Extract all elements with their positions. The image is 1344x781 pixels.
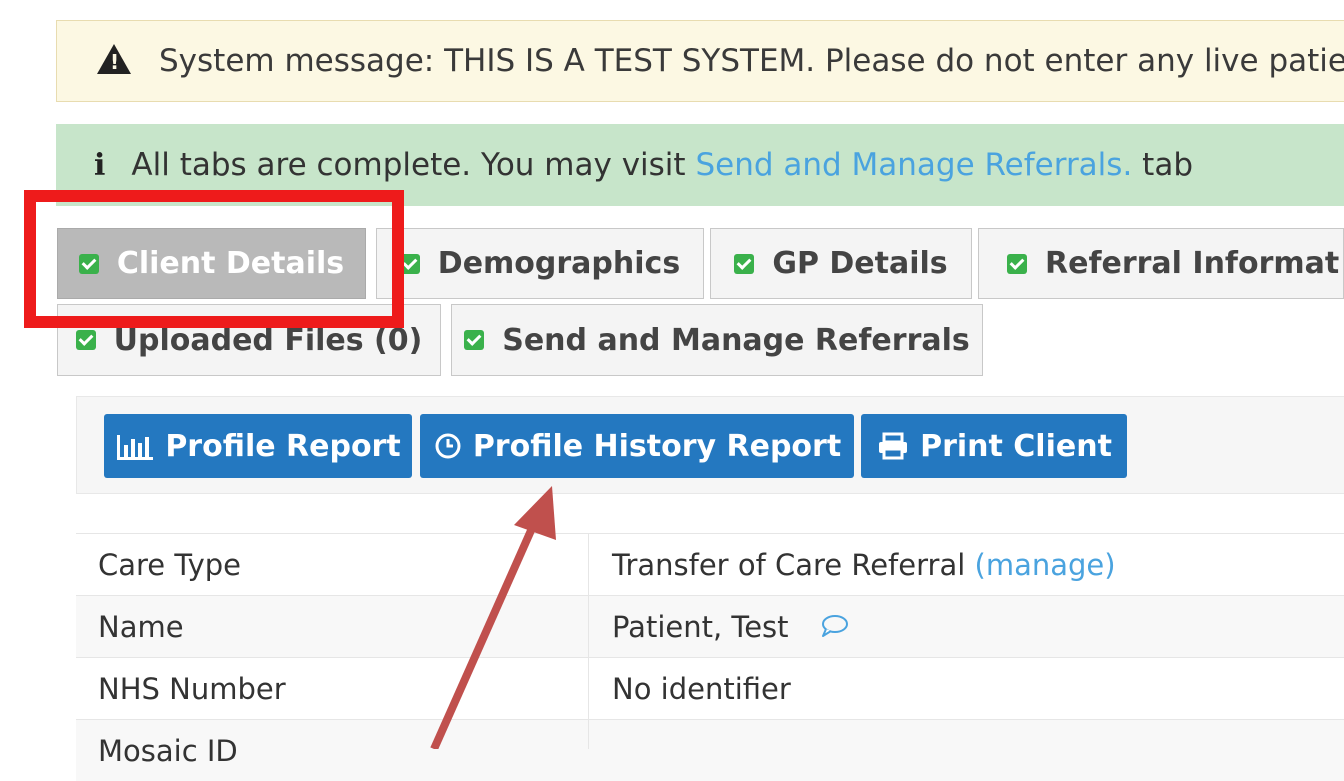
bar-chart-icon	[115, 431, 155, 461]
tab-label: Demographics	[437, 246, 681, 281]
tab-gp-details[interactable]: GP Details	[710, 228, 972, 299]
comment-icon[interactable]	[820, 612, 850, 646]
annotation-highlight-box	[24, 190, 404, 328]
tab-send-manage-referrals[interactable]: Send and Manage Referrals	[451, 304, 983, 376]
tab-label: Send and Manage Referrals	[502, 322, 970, 358]
tab-label: GP Details	[772, 246, 948, 281]
table-row: Mosaic ID	[76, 719, 1344, 781]
checkbox-checked-icon	[75, 330, 96, 350]
profile-history-report-label: Profile History Report	[472, 428, 842, 464]
table-row: Care Type Transfer of Care Referral (man…	[76, 533, 1344, 595]
row-value: No identifier	[612, 672, 791, 706]
row-value: Patient, Test	[612, 610, 850, 646]
info-message-prefix: All tabs are complete. You may visit	[131, 147, 696, 183]
row-value: Transfer of Care Referral (manage)	[612, 548, 1116, 582]
checkbox-checked-icon	[1007, 253, 1027, 274]
profile-history-report-button[interactable]: Profile History Report	[420, 414, 854, 478]
checkbox-checked-icon	[734, 253, 755, 274]
row-label: Mosaic ID	[98, 734, 238, 768]
name-value: Patient, Test	[612, 610, 789, 644]
profile-report-label: Profile Report	[165, 428, 401, 464]
system-message-alert: System message: THIS IS A TEST SYSTEM. P…	[56, 20, 1344, 102]
info-icon: i	[94, 147, 106, 183]
print-client-button[interactable]: Print Client	[861, 414, 1127, 478]
tab-label: Referral Informat	[1045, 246, 1340, 281]
row-label: NHS Number	[98, 672, 286, 706]
info-message-suffix: tab	[1132, 147, 1193, 183]
column-divider	[588, 533, 589, 749]
profile-report-button[interactable]: Profile Report	[104, 414, 412, 478]
tab-referral-information[interactable]: Referral Informat	[978, 228, 1344, 299]
table-row: Name Patient, Test	[76, 595, 1344, 657]
system-message-text: System message: THIS IS A TEST SYSTEM. P…	[159, 43, 1344, 79]
care-type-value: Transfer of Care Referral	[612, 548, 966, 582]
tab-demographics[interactable]: Demographics	[376, 228, 704, 299]
checkbox-checked-icon	[464, 330, 485, 350]
printer-icon	[876, 431, 910, 461]
clock-icon	[433, 431, 463, 461]
row-label: Care Type	[98, 548, 241, 582]
send-manage-referrals-link[interactable]: Send and Manage Referrals.	[695, 147, 1132, 183]
manage-care-type-link[interactable]: (manage)	[975, 548, 1116, 582]
print-client-label: Print Client	[920, 428, 1112, 464]
row-label: Name	[98, 610, 184, 644]
table-row: NHS Number No identifier	[76, 657, 1344, 719]
warning-triangle-icon	[97, 44, 131, 74]
